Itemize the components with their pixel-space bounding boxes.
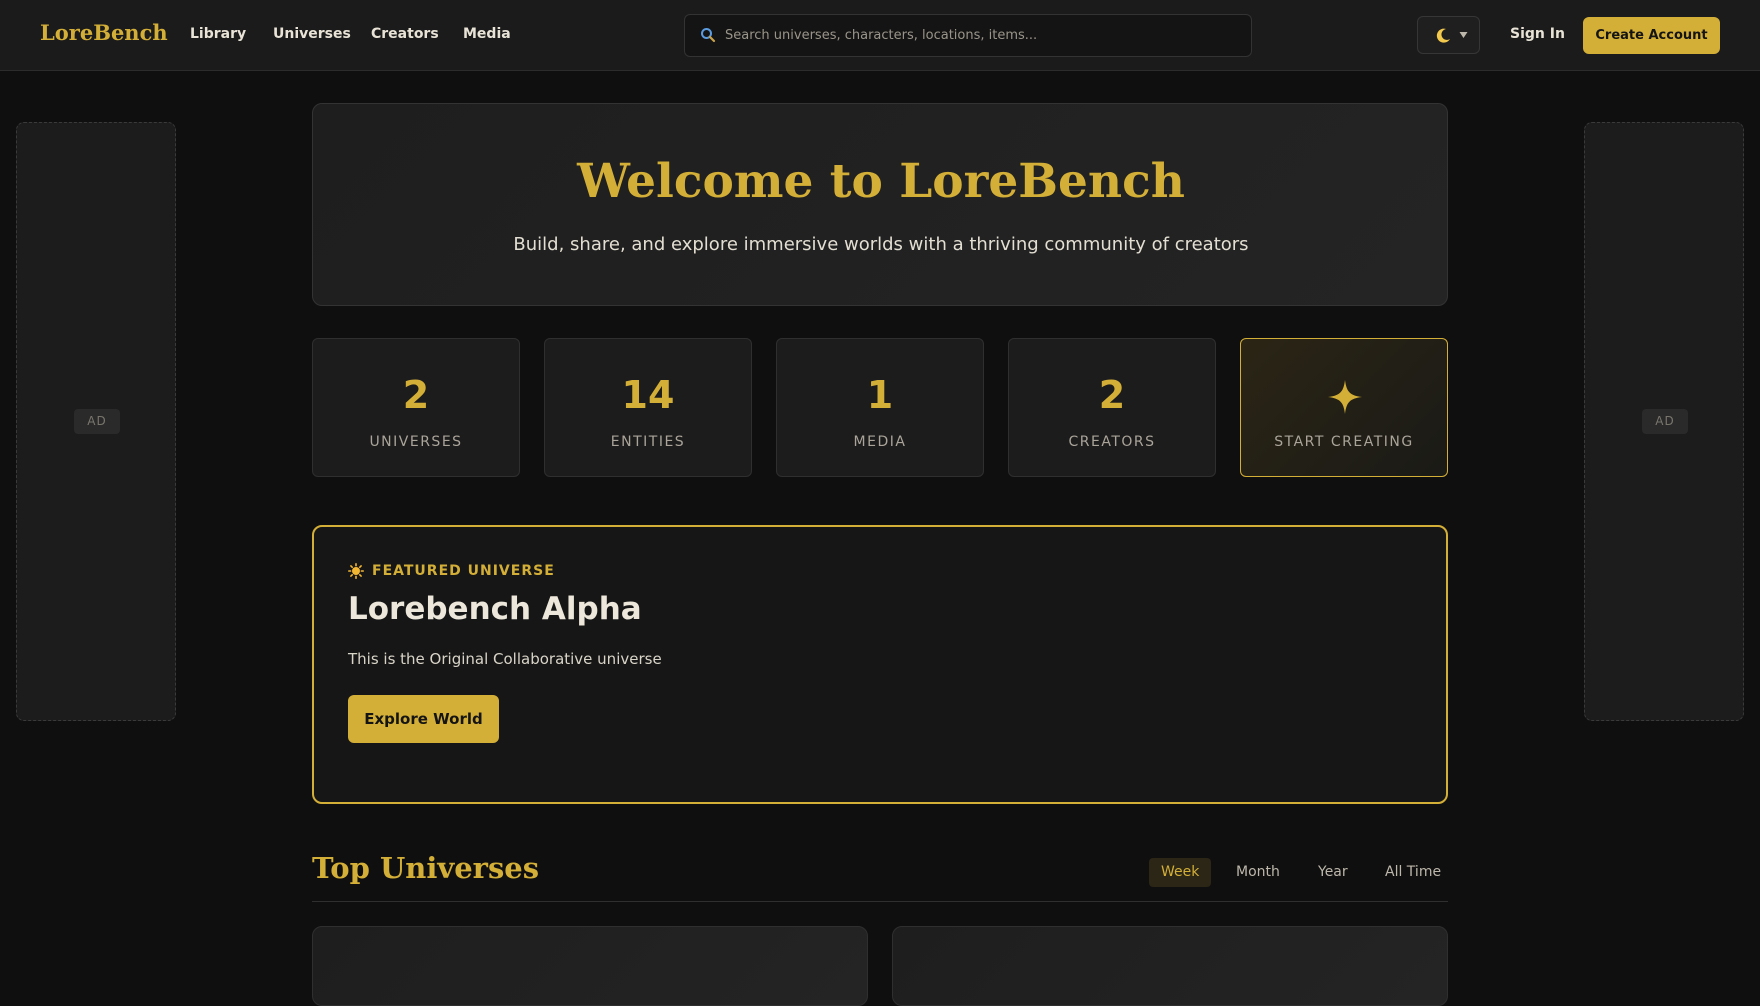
top-universes-title: Top Universes — [312, 851, 540, 885]
stat-value: 1 — [866, 373, 894, 417]
ad-label: AD — [74, 409, 120, 434]
search-box — [684, 14, 1252, 57]
start-creating-label: START CREATING — [1274, 434, 1414, 450]
tab-year[interactable]: Year — [1306, 858, 1360, 887]
hero-title: Welcome to LoreBench — [577, 154, 1185, 209]
moon-icon — [1436, 28, 1450, 43]
search-input[interactable] — [725, 15, 1245, 56]
ad-label: AD — [1642, 409, 1688, 434]
nav-universes[interactable]: Universes — [273, 26, 351, 42]
stat-universes: 2 UNIVERSES — [312, 338, 520, 477]
stat-creators: 2 CREATORS — [1008, 338, 1216, 477]
stat-value: 14 — [621, 373, 675, 417]
nav-library[interactable]: Library — [190, 26, 246, 42]
stat-label: ENTITIES — [610, 434, 686, 450]
theme-toggle-button[interactable] — [1417, 16, 1480, 54]
stat-value: 2 — [1098, 373, 1126, 417]
stat-value: 2 — [402, 373, 430, 417]
tab-all-time[interactable]: All Time — [1373, 858, 1453, 887]
featured-description: This is the Original Collaborative unive… — [348, 650, 662, 668]
nav-creators[interactable]: Creators — [371, 26, 439, 42]
nav-media[interactable]: Media — [463, 26, 511, 42]
ad-left[interactable]: AD — [16, 122, 176, 721]
start-creating-button[interactable]: START CREATING — [1240, 338, 1448, 477]
featured-kicker: FEATURED UNIVERSE — [372, 563, 555, 579]
featured-universe-card: FEATURED UNIVERSE Lorebench Alpha This i… — [312, 525, 1448, 804]
stat-label: CREATORS — [1068, 434, 1156, 450]
stat-entities: 14 ENTITIES — [544, 338, 752, 477]
tab-month[interactable]: Month — [1224, 858, 1292, 887]
logo[interactable]: LoreBench — [40, 20, 168, 45]
chevron-down-icon — [1459, 32, 1468, 38]
universe-card[interactable] — [312, 926, 868, 1006]
stat-label: MEDIA — [853, 434, 907, 450]
ad-right[interactable]: AD — [1584, 122, 1744, 721]
create-account-button[interactable]: Create Account — [1583, 17, 1720, 54]
hero-banner: Welcome to LoreBench Build, share, and e… — [312, 103, 1448, 306]
stat-media: 1 MEDIA — [776, 338, 984, 477]
search-icon — [701, 28, 716, 43]
explore-world-button[interactable]: Explore World — [348, 695, 499, 743]
sun-icon — [348, 563, 364, 579]
sign-in-link[interactable]: Sign In — [1510, 26, 1565, 42]
sparkle-icon — [1328, 380, 1362, 414]
section-divider — [312, 901, 1448, 902]
tab-week[interactable]: Week — [1149, 858, 1212, 887]
hero-subtitle: Build, share, and explore immersive worl… — [513, 234, 1249, 255]
featured-title: Lorebench Alpha — [348, 591, 642, 627]
top-navigation-bar: LoreBench Library Universes Creators Med… — [0, 0, 1760, 71]
stat-label: UNIVERSES — [369, 434, 463, 450]
universe-card[interactable] — [892, 926, 1448, 1006]
